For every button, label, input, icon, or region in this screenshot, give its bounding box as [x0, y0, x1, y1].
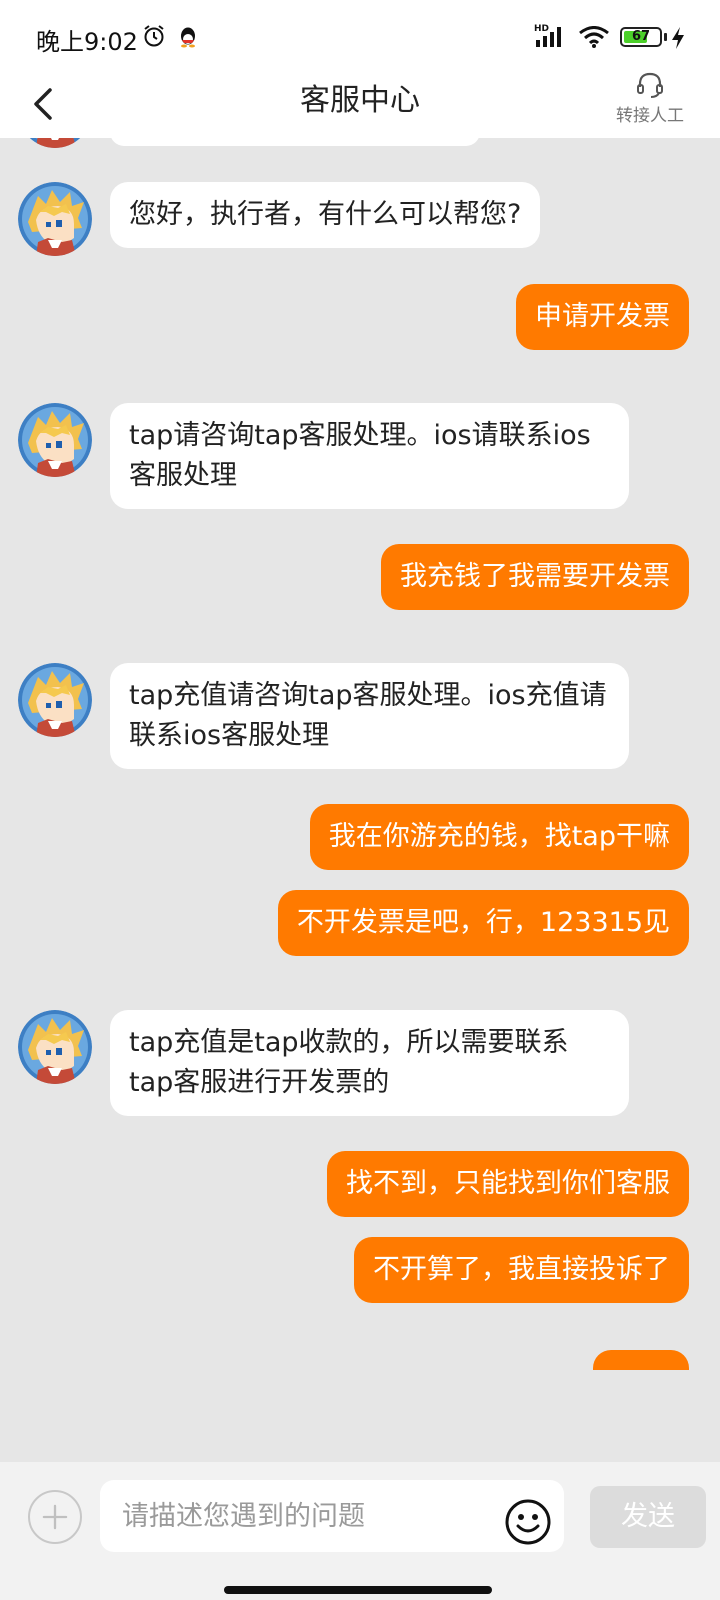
home-indicator[interactable] [224, 1586, 492, 1594]
message-bubble-bot: tap充值是tap收款的，所以需要联系tap客服进行开发票的 [110, 1010, 629, 1116]
bot-avatar [18, 1010, 92, 1084]
send-button[interactable]: 发送 [590, 1486, 706, 1548]
qq-icon [181, 27, 195, 48]
signal-icon [536, 27, 561, 47]
message-bubble-bot: tap请咨询tap客服处理。ios请联系ios客服处理 [110, 403, 629, 509]
bot-avatar [18, 403, 92, 477]
transfer-to-agent-button[interactable]: 转接人工 [610, 70, 690, 130]
battery-icon: 67 [620, 27, 662, 47]
plus-icon[interactable] [28, 1490, 82, 1544]
emoji-icon[interactable] [504, 1498, 552, 1546]
status-time: 晚上9:02 [36, 28, 138, 56]
app-root: 晚上9:02 HD 67 客服中心 转接人工 您好，执行者，有什么可以帮您? 申… [0, 0, 720, 1600]
battery-cap [664, 33, 667, 41]
message-bubble-bot: tap充值请咨询tap客服处理。ios充值请联系ios客服处理 [110, 663, 629, 769]
transfer-to-agent-label: 转接人工 [616, 106, 684, 126]
message-bubble-user: 申请开发票 [516, 284, 689, 350]
message-bubble-bot: 您好，执行者，有什么可以帮您? [110, 182, 541, 248]
message-bubble-user-partial [593, 1350, 689, 1370]
message-bubble-user: 不开发票是吧，行，123315见 [277, 890, 689, 956]
message-bubble-bot-partial [110, 138, 480, 146]
status-bar: 晚上9:02 HD 67 [0, 0, 720, 70]
message-bubble-user: 我在你游充的钱，找tap干嘛 [309, 804, 689, 870]
message-bubble-user: 不开算了，我直接投诉了 [354, 1237, 689, 1303]
message-input[interactable] [100, 1480, 564, 1552]
headset-icon [637, 72, 663, 98]
bot-avatar [18, 663, 92, 737]
wifi-icon [579, 26, 609, 48]
message-bubble-user: 我充钱了我需要开发票 [381, 544, 689, 610]
app-header: 客服中心 转接人工 [0, 70, 720, 138]
message-bubble-user: 找不到，只能找到你们客服 [327, 1151, 689, 1217]
chat-area[interactable]: 您好，执行者，有什么可以帮您? 申请开发票 tap请咨询tap客服处理。ios请… [0, 138, 720, 1370]
bot-avatar [18, 182, 92, 256]
message-composer: 发送 [0, 1462, 720, 1600]
alarm-icon [144, 25, 164, 47]
battery-level: 67 [631, 29, 651, 44]
charging-icon [672, 27, 684, 49]
bot-avatar [18, 138, 92, 148]
